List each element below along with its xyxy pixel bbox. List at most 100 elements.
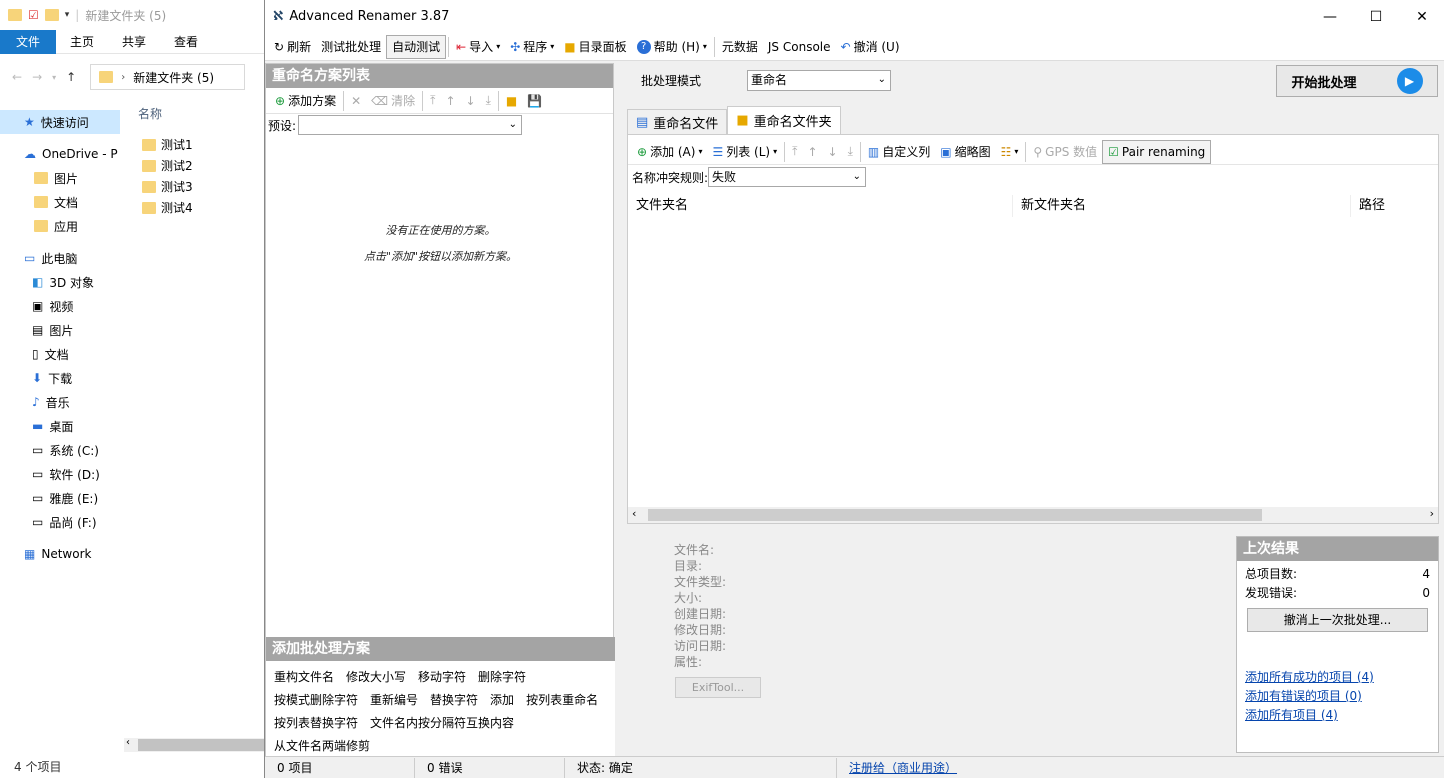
nav-pc-pictures[interactable]: ▤ 图片 [0, 318, 120, 342]
recent-dropdown-icon[interactable]: ▾ [52, 73, 56, 82]
nav-drive-c[interactable]: ▭ 系统 (C:) [0, 438, 120, 462]
list-item[interactable]: 测试2 [132, 155, 262, 176]
column-path[interactable]: 路径 [1351, 195, 1438, 217]
gps-button[interactable]: ⚲ GPS 数值 [1028, 140, 1102, 164]
method-replace[interactable]: 替换字符 [430, 691, 478, 708]
method-swap[interactable]: 文件名内按分隔符互换内容 [370, 714, 514, 731]
nav-videos[interactable]: ▣ 视频 [0, 294, 120, 318]
move-top-button[interactable]: ⤒ [787, 140, 802, 164]
method-move-chars[interactable]: 移动字符 [418, 668, 466, 685]
undo-last-batch-button[interactable]: 撤消上一次批处理... [1247, 608, 1428, 632]
nav-documents[interactable]: 文档 [0, 190, 120, 214]
move-up-button[interactable]: ↑ [802, 140, 822, 164]
list-button[interactable]: ☰ 列表 (L) ▾ [707, 140, 782, 164]
column-new-folder-name[interactable]: 新文件夹名 [1013, 195, 1351, 217]
nav-music[interactable]: ♪ 音乐 [0, 390, 120, 414]
ribbon-tab-file[interactable]: 文件 [0, 30, 57, 54]
move-top-button[interactable]: ⤒ [425, 89, 440, 113]
up-arrow-icon[interactable]: ↑ [66, 70, 76, 84]
tab-rename-files[interactable]: ▤ 重命名文件 [627, 109, 728, 134]
nav-drive-f[interactable]: ▭ 品尚 (F:) [0, 510, 120, 534]
move-down-button[interactable]: ↓ [461, 89, 481, 113]
move-down-button[interactable]: ↓ [823, 140, 843, 164]
column-header-name[interactable]: 名称 [132, 100, 262, 128]
list-item[interactable]: 测试1 [132, 134, 262, 155]
nav-drive-d[interactable]: ▭ 软件 (D:) [0, 462, 120, 486]
add-errors-link[interactable]: 添加有错误的项目 (0) [1237, 687, 1438, 706]
address-field[interactable]: › 新建文件夹 (5) [90, 64, 246, 90]
refresh-button[interactable]: ↻ 刷新 [269, 35, 316, 59]
nav-drive-e[interactable]: ▭ 雅鹿 (E:) [0, 486, 120, 510]
conflict-select[interactable]: 失败 ⌄ [708, 167, 867, 187]
nav-pc-documents[interactable]: ▯ 文档 [0, 342, 120, 366]
method-list-replace[interactable]: 按列表替换字符 [274, 714, 358, 731]
method-list-rename[interactable]: 按列表重命名 [526, 691, 598, 708]
pair-renaming-toggle[interactable]: ☑ Pair renaming [1102, 139, 1212, 164]
scroll-left-icon[interactable]: ‹ [632, 507, 636, 520]
method-remove-chars[interactable]: 删除字符 [478, 668, 526, 685]
license-link[interactable]: 注册给（商业用途） [837, 758, 957, 778]
method-trim[interactable]: 从文件名两端修剪 [274, 737, 370, 754]
dir-panel-button[interactable]: ■ 目录面板 [559, 35, 631, 59]
exiftool-button[interactable]: ExifTool... [675, 677, 761, 698]
scroll-right-icon[interactable]: › [1430, 507, 1434, 520]
preset-select[interactable]: ⌄ [298, 115, 523, 135]
metadata-button[interactable]: 元数据 [717, 35, 763, 59]
add-method-button[interactable]: ⊕ 添加方案 [270, 89, 341, 113]
nav-onedrive[interactable]: ☁ OneDrive - P [0, 142, 120, 166]
open-preset-button[interactable]: ■ [501, 89, 522, 113]
ribbon-tab-share[interactable]: 共享 [108, 30, 160, 54]
forward-arrow-icon[interactable]: → [32, 70, 42, 84]
batch-mode-select[interactable]: 重命名 ⌄ [747, 70, 892, 91]
save-preset-button[interactable]: 💾 [522, 89, 547, 113]
js-console-button[interactable]: JS Console [763, 35, 836, 59]
nav-network[interactable]: ▦ Network [0, 542, 120, 566]
folder-icon: ■ [564, 39, 576, 54]
help-button[interactable]: ? 帮助 (H) ▾ [632, 35, 712, 59]
method-renumber[interactable]: 重新编号 [370, 691, 418, 708]
remove-method-button[interactable]: ✕ [346, 89, 366, 113]
add-folders-button[interactable]: ⊕ 添加 (A) ▾ [632, 140, 707, 164]
nav-quick-access[interactable]: ★ 快速访问 [0, 110, 120, 134]
list-item[interactable]: 测试4 [132, 197, 262, 218]
move-up-button[interactable]: ↑ [440, 89, 460, 113]
explorer-horizontal-scrollbar[interactable]: ‹ [124, 737, 264, 752]
back-arrow-icon[interactable]: ← [12, 70, 22, 84]
nav-this-pc[interactable]: ▭ 此电脑 [0, 246, 120, 270]
nav-desktop[interactable]: ▬ 桌面 [0, 414, 120, 438]
close-button[interactable]: ✕ [1399, 0, 1444, 33]
add-success-link[interactable]: 添加所有成功的项目 (4) [1237, 668, 1438, 687]
method-restructure[interactable]: 重构文件名 [274, 668, 334, 685]
add-all-link[interactable]: 添加所有项目 (4) [1237, 706, 1438, 725]
ribbon-tab-view[interactable]: 查看 [160, 30, 212, 54]
clear-methods-button[interactable]: ⌫ 清除 [366, 89, 420, 113]
tab-rename-folders[interactable]: ■ 重命名文件夹 [727, 106, 841, 134]
move-bottom-button[interactable]: ⤓ [481, 89, 496, 113]
properties-icon[interactable]: ☑ [28, 8, 39, 22]
method-change-case[interactable]: 修改大小写 [346, 668, 406, 685]
method-add[interactable]: 添加 [490, 691, 514, 708]
program-button[interactable]: ✣ 程序 ▾ [505, 35, 559, 59]
move-bottom-button[interactable]: ⤓ [843, 140, 858, 164]
test-batch-button[interactable]: 测试批处理 [316, 35, 386, 59]
scroll-left-icon[interactable]: ‹ [126, 737, 130, 748]
method-remove-pattern[interactable]: 按模式删除字符 [274, 691, 358, 708]
thumbnail-button[interactable]: ▣ 缩略图 [935, 140, 995, 164]
nav-pictures[interactable]: 图片 [0, 166, 120, 190]
list-horizontal-scrollbar[interactable]: ‹ › [628, 507, 1438, 523]
nav-downloads[interactable]: ⬇ 下载 [0, 366, 120, 390]
nav-3d-objects[interactable]: ◧ 3D 对象 [0, 270, 120, 294]
nav-apps[interactable]: 应用 [0, 214, 120, 238]
custom-columns-button[interactable]: ▥ 自定义列 [863, 140, 935, 164]
ribbon-tab-home[interactable]: 主页 [56, 30, 108, 54]
undo-button[interactable]: ↶ 撤消 (U) [836, 35, 905, 59]
auto-test-toggle[interactable]: 自动测试 [386, 34, 447, 59]
import-button[interactable]: ⇤ 导入 ▾ [451, 35, 505, 59]
maximize-button[interactable]: ☐ [1353, 0, 1399, 33]
minimize-button[interactable]: — [1307, 0, 1353, 33]
column-folder-name[interactable]: 文件夹名 [628, 195, 1013, 217]
quick-access-dropdown-icon[interactable]: ▾ [65, 10, 70, 20]
view-options-button[interactable]: ☷ ▾ [996, 140, 1024, 164]
start-batch-button[interactable]: 开始批处理 ▶ [1276, 65, 1438, 97]
list-item[interactable]: 测试3 [132, 176, 262, 197]
